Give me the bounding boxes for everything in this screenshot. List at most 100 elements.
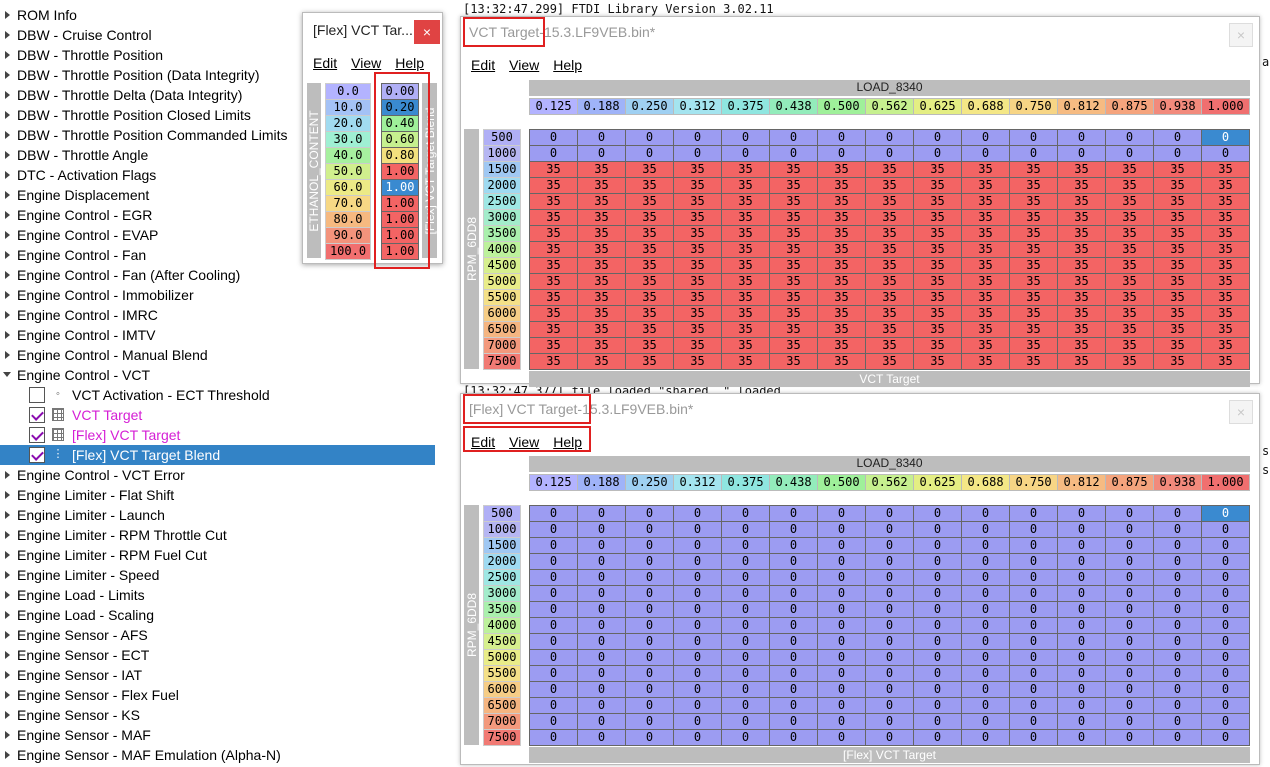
table-cell[interactable]: 35 [625,177,674,194]
table-cell[interactable]: 35 [817,241,866,258]
table-cell[interactable]: 35 [625,337,674,354]
table-cell[interactable]: 0 [1153,665,1202,682]
table-cell[interactable]: 35 [913,321,962,338]
table-cell[interactable]: 35 [1153,321,1202,338]
table-cell[interactable]: 35 [961,305,1010,322]
table-cell[interactable]: 0 [529,697,578,714]
table-cell[interactable]: 0 [1009,601,1058,618]
table-cell[interactable]: 35 [961,337,1010,354]
table-cell[interactable]: 35 [577,257,626,274]
table-cell[interactable]: 35 [721,353,770,370]
close-icon[interactable]: × [414,20,440,44]
table-cell[interactable]: 35 [577,273,626,290]
table-cell[interactable]: 0 [577,729,626,746]
table-cell[interactable]: 35 [769,273,818,290]
table-cell[interactable]: 35 [1153,177,1202,194]
x-axis-value[interactable]: 0.938 [1153,98,1202,115]
x-axis-value[interactable]: 0.312 [673,474,722,491]
table-cell[interactable]: 35 [961,225,1010,242]
table-cell[interactable]: 35 [625,321,674,338]
table-cell[interactable]: 0 [529,553,578,570]
tree-folder[interactable]: Engine Limiter - RPM Throttle Cut [0,525,435,545]
table-cell[interactable]: 0 [817,521,866,538]
map-checkbox[interactable] [29,387,45,403]
table-cell[interactable]: 35 [529,289,578,306]
tree-folder[interactable]: Engine Sensor - MAF Emulation (Alpha-N) [0,745,435,765]
table-cell[interactable]: 35 [865,273,914,290]
tree-folder[interactable]: Engine Sensor - Flex Fuel [0,685,435,705]
table-cell[interactable]: 35 [1201,177,1250,194]
table-cell[interactable]: 0 [1009,665,1058,682]
table-cell[interactable]: 35 [577,305,626,322]
table-cell[interactable]: 35 [817,353,866,370]
table-cell[interactable]: 35 [577,193,626,210]
table-cell[interactable]: 0 [961,521,1010,538]
chevron-right-icon[interactable] [5,671,10,679]
table-cell[interactable]: 0 [961,505,1010,522]
table-cell[interactable]: 0 [529,617,578,634]
table-cell[interactable]: 0 [865,129,914,146]
table-cell[interactable]: 35 [865,337,914,354]
table-cell[interactable]: 0 [865,681,914,698]
tree-folder[interactable]: Engine Control - VCT [0,365,435,385]
table-cell[interactable]: 0 [817,601,866,618]
table-cell[interactable]: 35 [769,193,818,210]
table-cell[interactable]: 0 [865,585,914,602]
chevron-right-icon[interactable] [5,631,10,639]
table-cell[interactable]: 35 [961,241,1010,258]
table-cell[interactable]: 35 [1009,193,1058,210]
table-cell[interactable]: 35 [1153,305,1202,322]
x-axis-value[interactable]: 0.625 [913,474,962,491]
table-cell[interactable]: 0 [529,681,578,698]
tree-folder[interactable]: Engine Control - VCT Error [0,465,435,485]
chevron-right-icon[interactable] [5,571,10,579]
axis-value[interactable]: 90.0 [325,227,371,244]
table-cell[interactable]: 0 [865,569,914,586]
table-cell[interactable]: 35 [721,305,770,322]
table-cell[interactable]: 35 [577,321,626,338]
chevron-right-icon[interactable] [5,551,10,559]
table-cell[interactable]: 0 [721,537,770,554]
table-cell[interactable]: 0 [817,649,866,666]
table-cell[interactable]: 0 [673,585,722,602]
table-cell[interactable]: 0 [1201,145,1250,162]
table-cell[interactable]: 35 [1105,305,1154,322]
table-cell[interactable]: 0 [673,505,722,522]
table-cell[interactable]: 0 [1153,521,1202,538]
table-cell[interactable]: 35 [673,161,722,178]
table-cell[interactable]: 0 [529,713,578,730]
table-cell[interactable]: 35 [625,257,674,274]
table-cell[interactable]: 0 [961,585,1010,602]
table-cell[interactable]: 0 [721,521,770,538]
table-cell[interactable]: 35 [1057,321,1106,338]
table-cell[interactable]: 0 [961,633,1010,650]
map-checkbox[interactable] [29,407,45,423]
table-cell[interactable]: 35 [1057,161,1106,178]
close-icon[interactable]: × [1229,23,1253,47]
y-axis-value[interactable]: 4500 [483,257,521,274]
table-cell[interactable]: 35 [1201,305,1250,322]
x-axis-value[interactable]: 0.938 [1153,474,1202,491]
table-cell[interactable]: 35 [1009,257,1058,274]
table-cell[interactable]: 0 [673,713,722,730]
table-cell[interactable]: 0 [1201,521,1250,538]
table-cell[interactable]: 0 [1009,553,1058,570]
table-cell[interactable]: 0 [673,601,722,618]
table-cell[interactable]: 35 [1153,225,1202,242]
menu-help[interactable]: Help [395,52,424,74]
table-cell[interactable]: 35 [817,257,866,274]
table-cell[interactable]: 0 [1105,681,1154,698]
chevron-right-icon[interactable] [5,531,10,539]
table-cell[interactable]: 0 [721,601,770,618]
table-cell[interactable]: 35 [865,289,914,306]
table-cell[interactable]: 0 [865,505,914,522]
table-cell[interactable]: 35 [961,289,1010,306]
table-cell[interactable]: 35 [1201,241,1250,258]
table-cell[interactable]: 35 [1105,161,1154,178]
chevron-right-icon[interactable] [5,751,10,759]
menu-edit[interactable]: Edit [313,52,337,74]
table-cell[interactable]: 0 [1105,537,1154,554]
table-cell[interactable]: 0 [913,729,962,746]
table-cell[interactable]: 35 [817,177,866,194]
table-cell[interactable]: 35 [529,193,578,210]
